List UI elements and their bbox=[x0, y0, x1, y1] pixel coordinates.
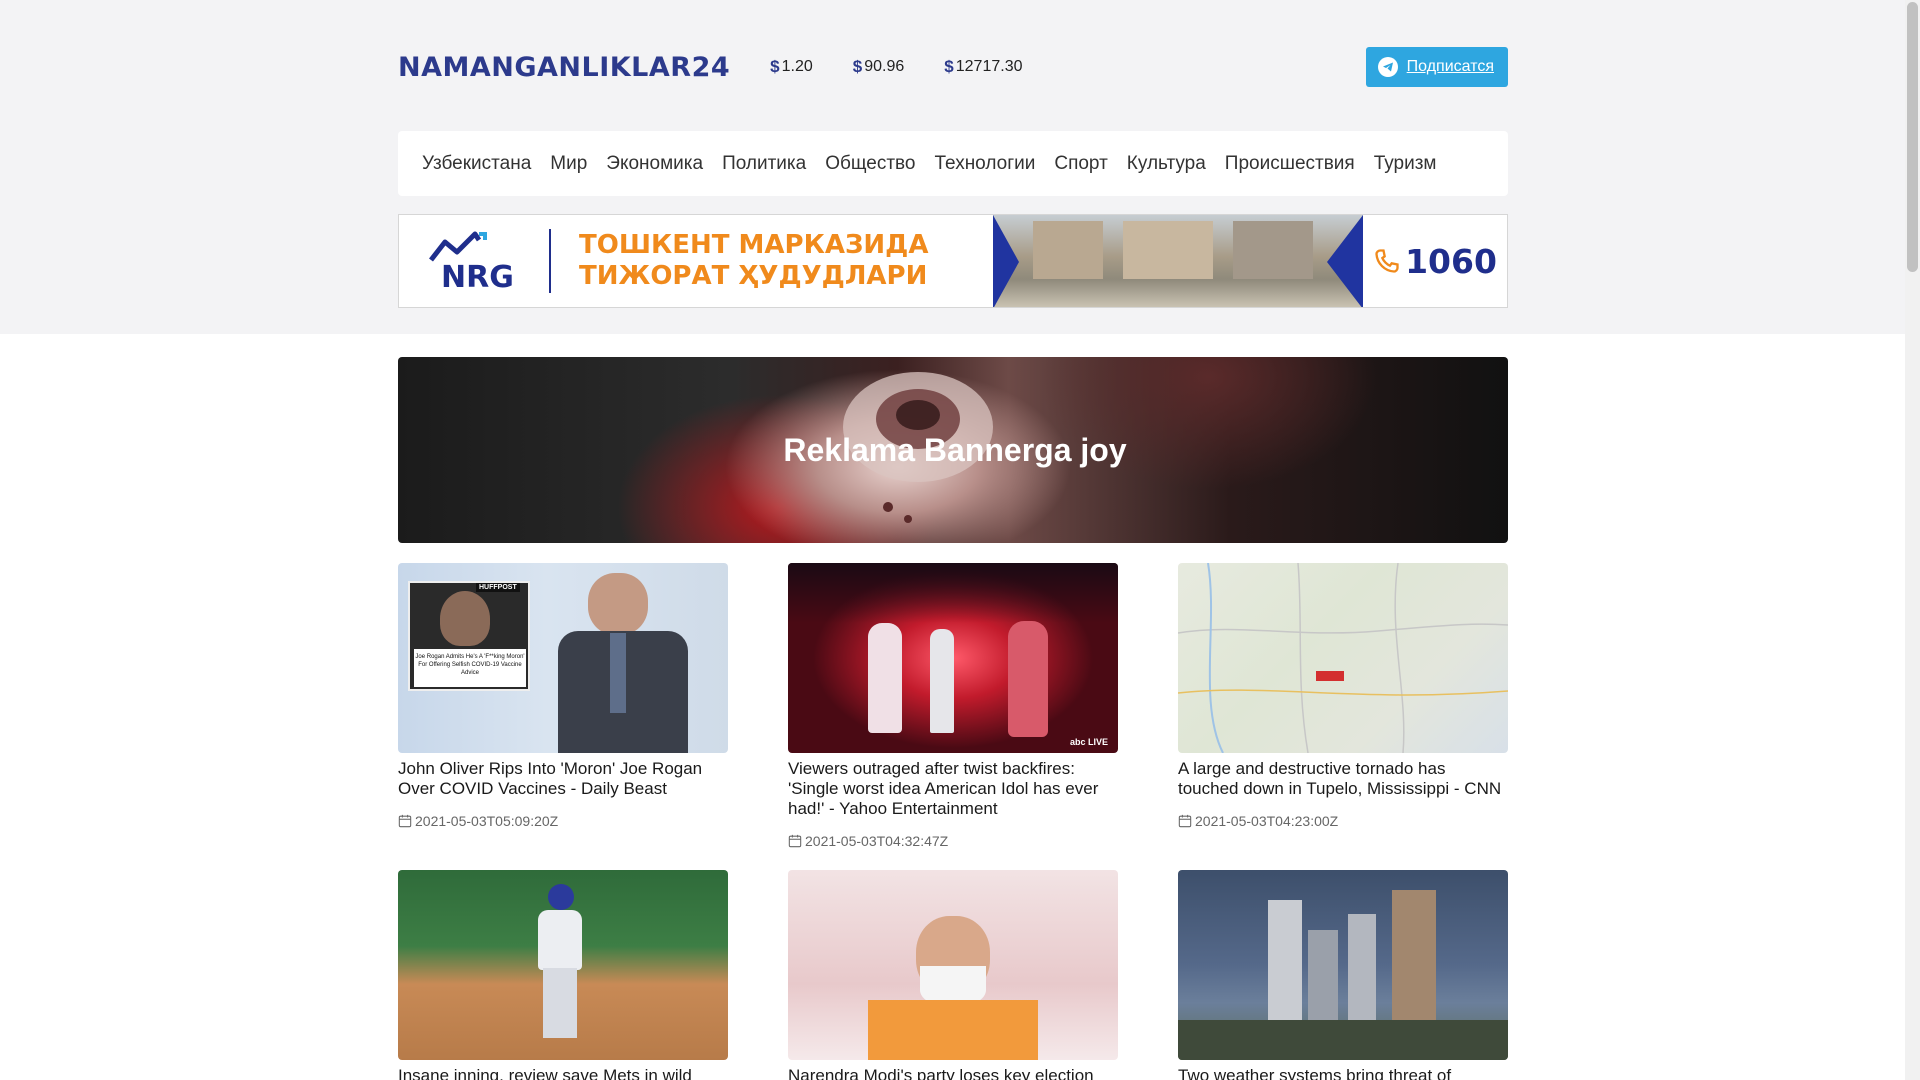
nav-item-incidents[interactable]: Происшествия bbox=[1225, 153, 1355, 175]
dollar-icon: $ bbox=[944, 57, 954, 76]
ad-phone: 1060 bbox=[1363, 215, 1507, 307]
nav-item-society[interactable]: Общество bbox=[825, 153, 915, 175]
article-card[interactable]: Two weather systems bring threat of bbox=[1178, 870, 1508, 1080]
rate-value: 12717.30 bbox=[955, 58, 1023, 75]
nav-item-politics[interactable]: Политика bbox=[722, 153, 806, 175]
nav-item-tourism[interactable]: Туризм bbox=[1374, 153, 1437, 175]
chevron-right-icon bbox=[993, 215, 1019, 307]
article-thumbnail[interactable] bbox=[1178, 870, 1508, 1060]
article-title[interactable]: Insane inning, review save Mets in wild bbox=[398, 1066, 728, 1080]
article-thumbnail[interactable]: Joe Rogan Admits He's A 'F**king Moron' … bbox=[398, 563, 728, 753]
thumb-caption: Joe Rogan Admits He's A 'F**king Moron' … bbox=[414, 649, 526, 687]
ad-banner-left: NRG ТОШКЕНТ МАРКАЗИДА ТИЖОРАТ ҲУДУДЛАРИ bbox=[399, 215, 993, 307]
article-title[interactable]: John Oliver Rips Into 'Moron' Joe Rogan … bbox=[398, 759, 728, 799]
article-thumbnail[interactable] bbox=[788, 870, 1118, 1060]
calendar-icon bbox=[1178, 814, 1192, 828]
nav-item-world[interactable]: Мир bbox=[550, 153, 587, 175]
map-image bbox=[1178, 563, 1508, 753]
telegram-icon bbox=[1377, 57, 1398, 77]
nav-item-economy[interactable]: Экономика bbox=[606, 153, 703, 175]
article-title[interactable]: Two weather systems bring threat of bbox=[1178, 1066, 1508, 1080]
article-thumbnail[interactable] bbox=[398, 870, 728, 1060]
divider bbox=[549, 229, 551, 293]
article-card[interactable]: A large and destructive tornado has touc… bbox=[1178, 563, 1508, 829]
rate-1: $ 1.20 bbox=[770, 57, 813, 77]
dollar-icon: $ bbox=[852, 57, 863, 76]
article-date: 2021-05-03T04:23:00Z bbox=[1178, 813, 1508, 829]
article-card[interactable]: abc LIVE Viewers outraged after twist ba… bbox=[788, 563, 1118, 849]
date-text: 2021-05-03T04:23:00Z bbox=[1195, 813, 1339, 829]
ad-line-2: ТИЖОРАТ ҲУДУДЛАРИ bbox=[579, 261, 928, 291]
article-title[interactable]: Viewers outraged after twist backfires: … bbox=[788, 759, 1118, 819]
date-text: 2021-05-03T04:32:47Z bbox=[805, 833, 949, 849]
article-date: 2021-05-03T05:09:20Z bbox=[398, 813, 728, 829]
article-thumbnail[interactable] bbox=[1178, 563, 1508, 753]
article-date: 2021-05-03T04:32:47Z bbox=[788, 833, 1118, 849]
nav-item-culture[interactable]: Культура bbox=[1127, 153, 1206, 175]
article-title[interactable]: A large and destructive tornado has touc… bbox=[1178, 759, 1508, 799]
ad-line-1: ТОШКЕНТ МАРКАЗИДА bbox=[579, 230, 929, 260]
site-header: NAMANGANLIKLAR24 $ 1.20 $ 90.96 $ 12717.… bbox=[398, 46, 1508, 88]
article-thumbnail[interactable]: abc LIVE bbox=[788, 563, 1118, 753]
scrollbar[interactable] bbox=[1905, 0, 1920, 1080]
article-card[interactable]: Joe Rogan Admits He's A 'F**king Moron' … bbox=[398, 563, 728, 829]
main-nav: Узбекистана Мир Экономика Политика Общес… bbox=[398, 131, 1508, 196]
rate-3: $ 12717.30 bbox=[944, 57, 1022, 77]
ad-banner-placeholder[interactable]: Reklama Bannerga joy bbox=[398, 357, 1508, 543]
article-title[interactable]: Narendra Modi's party loses key election bbox=[788, 1066, 1118, 1080]
ad-headline: ТОШКЕНТ МАРКАЗИДА ТИЖОРАТ ҲУДУДЛАРИ bbox=[579, 230, 928, 292]
rate-value: 90.96 bbox=[864, 58, 905, 75]
rate-2: $ 90.96 bbox=[853, 57, 905, 77]
nav-item-technology[interactable]: Технологии bbox=[935, 153, 1036, 175]
rate-value: 1.20 bbox=[781, 58, 813, 75]
nav-item-sport[interactable]: Спорт bbox=[1054, 153, 1107, 175]
article-card[interactable]: Narendra Modi's party loses key election bbox=[788, 870, 1118, 1080]
nav-item-uzbekistan[interactable]: Узбекистана bbox=[422, 153, 531, 175]
nrg-logo: NRG bbox=[427, 226, 527, 296]
article-card[interactable]: Insane inning, review save Mets in wild bbox=[398, 870, 728, 1080]
phone-number: 1060 bbox=[1405, 241, 1497, 281]
nrg-brand: NRG bbox=[441, 260, 514, 295]
phone-icon bbox=[1375, 249, 1399, 273]
ad-banner-top[interactable]: NRG ТОШКЕНТ МАРКАЗИДА ТИЖОРАТ ҲУДУДЛАРИ … bbox=[398, 214, 1508, 308]
abc-live-badge: abc LIVE bbox=[1069, 737, 1108, 747]
scrollbar-thumb[interactable] bbox=[1907, 2, 1918, 272]
currency-rates: $ 1.20 $ 90.96 $ 12717.30 bbox=[770, 57, 1022, 77]
ad-photo bbox=[993, 215, 1363, 307]
huffpost-badge: HUFFPOST bbox=[476, 583, 520, 592]
calendar-icon bbox=[788, 834, 802, 848]
site-logo[interactable]: NAMANGANLIKLAR24 bbox=[398, 52, 730, 83]
dollar-icon: $ bbox=[770, 57, 780, 76]
subscribe-label: Подписатся bbox=[1406, 58, 1494, 75]
chevron-left-icon bbox=[1327, 215, 1363, 307]
date-text: 2021-05-03T05:09:20Z bbox=[415, 813, 559, 829]
ad-banner-title: Reklama Bannerga joy bbox=[783, 431, 1127, 468]
calendar-icon bbox=[398, 814, 412, 828]
subscribe-button[interactable]: Подписатся bbox=[1365, 47, 1508, 87]
